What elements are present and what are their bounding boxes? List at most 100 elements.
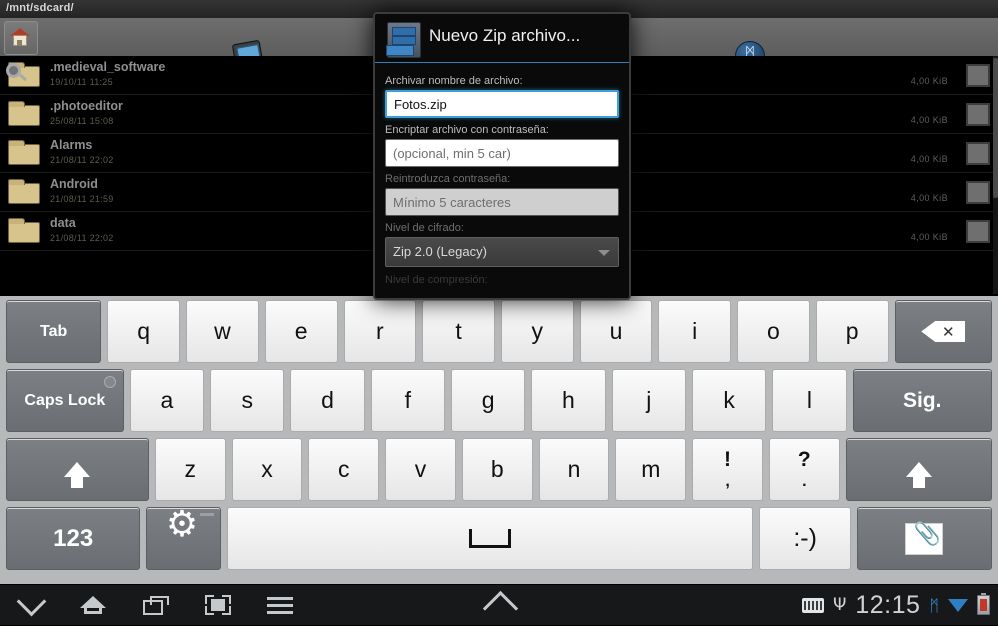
key-j[interactable]: j: [611, 369, 686, 432]
key-c[interactable]: c: [308, 438, 380, 501]
file-checkbox[interactable]: [966, 181, 990, 204]
dialog-title-bar: Nuevo Zip archivo...: [375, 14, 629, 63]
key-r[interactable]: r: [343, 300, 417, 363]
key-label: e: [294, 318, 308, 344]
key-enter-next[interactable]: Sig.: [852, 369, 992, 432]
file-name: Android: [50, 177, 98, 191]
key-n[interactable]: n: [538, 438, 610, 501]
key-backspace[interactable]: ✕: [894, 300, 992, 363]
key-z[interactable]: z: [154, 438, 226, 501]
keyboard-icon[interactable]: [801, 597, 824, 613]
screenshot-icon[interactable]: [187, 585, 249, 625]
key-label: n: [567, 456, 581, 482]
key-shift-left[interactable]: [6, 438, 149, 501]
key-question-period[interactable]: ?.: [768, 438, 840, 501]
key-label: y: [531, 318, 544, 344]
file-size: 4,00 KiB: [910, 232, 948, 242]
key-exclam-comma[interactable]: !,: [692, 438, 763, 501]
key-label: p: [845, 318, 859, 344]
file-name: .photoeditor: [50, 99, 123, 113]
key-emoticon[interactable]: :-): [759, 507, 851, 570]
key-label: t: [455, 318, 462, 344]
key-shift-right[interactable]: [845, 438, 993, 501]
file-date: 21/08/11 22:02: [50, 155, 114, 165]
key-numeric-mode[interactable]: 123: [6, 507, 141, 570]
key-settings[interactable]: [146, 504, 222, 570]
password-input[interactable]: [385, 139, 619, 167]
key-v[interactable]: v: [385, 438, 456, 501]
key-s[interactable]: s: [210, 369, 285, 432]
key-a[interactable]: a: [129, 369, 205, 432]
key-o[interactable]: o: [737, 300, 810, 363]
key-y[interactable]: y: [500, 300, 574, 363]
file-checkbox[interactable]: [966, 220, 990, 243]
key-caps-lock[interactable]: Caps Lock: [6, 369, 124, 432]
compression-level-label-cutoff: Nivel de compresión:: [385, 274, 488, 286]
battery-icon: [977, 593, 990, 615]
key-label: w: [214, 318, 231, 344]
key-label: Sig.: [902, 388, 942, 412]
key-i[interactable]: i: [658, 300, 732, 363]
encryption-level-select[interactable]: Zip 2.0 (Legacy): [385, 237, 619, 267]
key-tab[interactable]: Tab: [6, 300, 102, 363]
key-l[interactable]: l: [772, 369, 847, 432]
chevron-down-back-icon[interactable]: [0, 585, 62, 625]
key-label: f: [404, 387, 411, 413]
key-attachment[interactable]: [856, 507, 992, 570]
key-label: Tab: [40, 322, 68, 340]
key-label: 123: [53, 524, 94, 552]
key-label: !: [724, 448, 732, 471]
key-p[interactable]: p: [815, 300, 889, 363]
key-k[interactable]: k: [691, 369, 767, 432]
file-checkbox[interactable]: [966, 103, 990, 126]
key-t[interactable]: t: [422, 300, 495, 363]
repeat-password-input[interactable]: [385, 188, 619, 216]
password-label: Encriptar archivo con contraseña:: [385, 124, 549, 136]
key-label: c: [338, 456, 350, 482]
key-space[interactable]: [227, 507, 754, 570]
home-icon[interactable]: [62, 585, 124, 625]
key-label: o: [767, 318, 780, 344]
new-zip-archive-dialog: Nuevo Zip archivo... Archivar nombre de …: [373, 12, 631, 300]
caps-lock-led: [103, 376, 116, 388]
bluetooth-icon: ᛗ: [929, 595, 939, 615]
folder-icon: [8, 179, 42, 205]
caret-up-icon[interactable]: [480, 585, 520, 626]
space-icon: [469, 529, 512, 548]
key-g[interactable]: g: [450, 369, 526, 432]
status-clock[interactable]: 12:15: [855, 591, 920, 620]
file-checkbox[interactable]: [966, 142, 990, 165]
key-e[interactable]: e: [264, 300, 338, 363]
file-date: 21/08/11 22:02: [50, 233, 114, 243]
key-h[interactable]: h: [531, 369, 606, 432]
key-label: b: [490, 456, 504, 482]
key-w[interactable]: w: [186, 300, 259, 363]
key-x[interactable]: x: [231, 438, 303, 501]
key-b[interactable]: b: [461, 438, 533, 501]
filename-label: Archivar nombre de archivo:: [385, 75, 523, 87]
key-u[interactable]: u: [579, 300, 653, 363]
file-date: 25/08/11 15:08: [50, 116, 114, 126]
key-f[interactable]: f: [370, 369, 445, 432]
archive-cabinet-icon: [386, 22, 421, 58]
folder-icon: [8, 218, 42, 244]
menu-icon[interactable]: [249, 585, 311, 625]
home-icon[interactable]: [4, 21, 38, 55]
key-m[interactable]: m: [615, 438, 687, 501]
on-screen-keyboard[interactable]: Tab q w e r t y u i o p ✕ Caps Lock a s d f g h j k l Sig. z x c v…: [0, 296, 998, 584]
status-tray: Ψ 12:15 ᛗ: [801, 585, 994, 625]
scrollbar-thumb[interactable]: [993, 58, 998, 198]
key-label: j: [646, 387, 652, 413]
file-date: 19/10/11 11:25: [50, 77, 113, 87]
filename-input[interactable]: [385, 90, 619, 118]
file-checkbox[interactable]: [966, 64, 990, 87]
key-q[interactable]: q: [107, 300, 181, 363]
recent-apps-icon[interactable]: [125, 585, 187, 625]
wifi-icon: [948, 598, 968, 612]
file-date: 21/08/11 21:59: [50, 194, 114, 204]
keyboard-row: Caps Lock a s d f g h j k l Sig.: [0, 369, 998, 432]
gear-icon: [166, 504, 199, 554]
key-d[interactable]: d: [290, 369, 365, 432]
file-name: .medieval_software: [50, 60, 166, 74]
key-label: u: [609, 318, 623, 344]
